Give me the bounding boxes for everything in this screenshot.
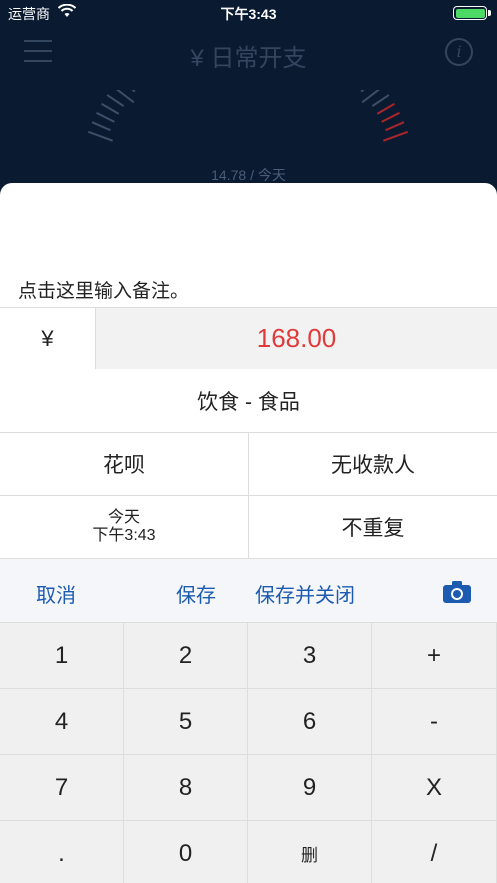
amount-row: ¥ 168.00	[0, 307, 497, 369]
status-bar: 运营商 下午3:43	[0, 0, 497, 26]
date-selector[interactable]: 今天 下午3:43	[0, 496, 248, 558]
currency-selector[interactable]: ¥	[0, 308, 96, 369]
key-2[interactable]: 2	[124, 623, 248, 688]
save-and-close-button[interactable]: 保存并关闭	[255, 579, 355, 608]
keypad: 1 2 3 +4 5 6- 7 8 9 X. 0 删 /	[0, 623, 497, 883]
key-9[interactable]: 9	[248, 755, 372, 820]
key-6[interactable]: 6	[248, 689, 372, 754]
key-divide[interactable]: /	[372, 821, 497, 883]
amount-field[interactable]: 168.00	[96, 308, 497, 369]
camera-icon[interactable]	[442, 580, 472, 609]
status-time: 下午3:43	[220, 6, 277, 22]
key-4[interactable]: 4	[0, 689, 124, 754]
dial-tick	[360, 90, 365, 93]
save-button[interactable]: 保存	[176, 579, 216, 608]
key-decimal[interactable]: .	[0, 821, 124, 883]
key-delete[interactable]: 删	[248, 821, 372, 883]
dial-tick	[385, 121, 405, 132]
dial-tick	[131, 90, 136, 93]
dial-tick	[101, 102, 120, 115]
category-selector[interactable]: 饮食 - 食品	[0, 369, 497, 433]
repeat-selector[interactable]: 不重复	[248, 496, 497, 558]
dial-tick	[106, 94, 125, 107]
page-title: ¥ 日常开支	[190, 45, 307, 72]
key-8[interactable]: 8	[124, 755, 248, 820]
payee-selector[interactable]: 无收款人	[248, 433, 497, 495]
dial-tick	[371, 94, 390, 107]
key-3[interactable]: 3	[248, 623, 372, 688]
dial-tick	[376, 102, 395, 115]
dial-label: 14.78 / 今天	[211, 167, 286, 183]
payment-row: 花呗 无收款人	[0, 433, 497, 496]
dial-tick	[96, 111, 115, 123]
key-minus[interactable]: -	[372, 689, 497, 754]
memo-placeholder: 点击这里输入备注。	[18, 281, 190, 302]
key-multiply[interactable]: X	[372, 755, 497, 820]
date-time: 下午3:43	[92, 527, 156, 544]
key-1[interactable]: 1	[0, 623, 124, 688]
app-header-area: 运营商 下午3:43 ¥ 日常开支 i 14.78 / 今天	[0, 0, 497, 200]
key-5[interactable]: 5	[124, 689, 248, 754]
dial-tick	[91, 121, 111, 132]
nav-bar: ¥ 日常开支 i	[0, 30, 497, 74]
info-icon[interactable]: i	[445, 38, 473, 66]
dial-tick	[381, 111, 400, 123]
key-0[interactable]: 0	[124, 821, 248, 883]
key-7[interactable]: 7	[0, 755, 124, 820]
action-bar: 取消 保存 保存并关闭	[0, 559, 497, 623]
date-row: 今天 下午3:43 不重复	[0, 496, 497, 559]
memo-field[interactable]: 点击这里输入备注。	[0, 183, 497, 307]
payment-method-selector[interactable]: 花呗	[0, 433, 248, 495]
transaction-sheet: 点击这里输入备注。 ¥ 168.00 饮食 - 食品 花呗 无收款人 今天 下午…	[0, 183, 497, 883]
dial-tick	[382, 130, 409, 142]
dial-tick	[87, 130, 114, 142]
key-plus[interactable]: +	[372, 623, 497, 688]
date-day: 今天	[107, 509, 140, 526]
cancel-button[interactable]: 取消	[36, 579, 76, 608]
battery-icon	[453, 6, 491, 20]
